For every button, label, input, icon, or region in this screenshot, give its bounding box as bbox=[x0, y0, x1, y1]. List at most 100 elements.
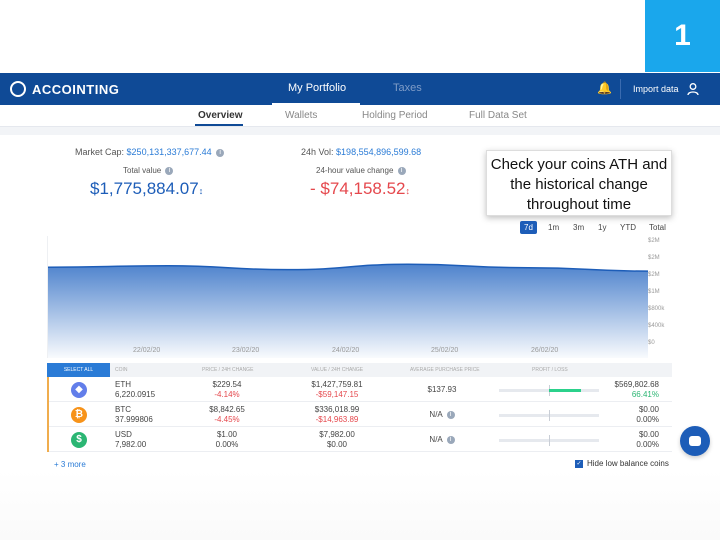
table-row[interactable]: ₿ BTC 37.999806 $8,842.65 -4.45% $336,01… bbox=[47, 402, 672, 427]
coin-value: $1,427,759.81 bbox=[311, 380, 363, 389]
profit-percent: 0.00% bbox=[636, 415, 659, 424]
range-3m[interactable]: 3m bbox=[569, 221, 588, 234]
range-7d[interactable]: 7d bbox=[520, 221, 537, 234]
sub-navbar: Overview Wallets Holding Period Full Dat… bbox=[0, 105, 720, 127]
change-label: 24-hour value change i bbox=[316, 166, 406, 175]
total-value-label: Total value i bbox=[123, 166, 174, 175]
avg-price: N/A bbox=[429, 410, 443, 419]
tab-active-indicator bbox=[195, 124, 243, 126]
col-coin[interactable]: COIN bbox=[115, 367, 128, 373]
y-tick-label: $1M bbox=[648, 289, 660, 295]
table-row[interactable]: $ USD 7,982.00 $1.00 0.00% $7,982.00 $0.… bbox=[47, 427, 672, 452]
profit-bar bbox=[499, 410, 599, 421]
profit-value: $0.00 bbox=[638, 430, 659, 439]
row-accent bbox=[47, 427, 49, 452]
y-tick-label: $0 bbox=[648, 340, 655, 346]
tab-holding-period[interactable]: Holding Period bbox=[362, 110, 428, 121]
price-change: 0.00% bbox=[215, 440, 239, 449]
show-more-link[interactable]: + 3 more bbox=[54, 460, 86, 469]
profit-percent: 0.00% bbox=[636, 440, 659, 449]
separator-strip bbox=[0, 127, 720, 135]
profit-percent: 66.41% bbox=[631, 390, 659, 399]
coin-amount: 7,982.00 bbox=[115, 440, 147, 449]
bitcoin-icon: ₿ bbox=[71, 407, 87, 423]
chart-area bbox=[48, 264, 648, 358]
range-1m[interactable]: 1m bbox=[544, 221, 563, 234]
price-change: -4.14% bbox=[214, 390, 240, 399]
coin-symbol: ETH bbox=[115, 380, 131, 389]
tutorial-tooltip: Check your coins ATH and the historical … bbox=[486, 150, 672, 216]
market-cap-value: $250,131,337,677.44 bbox=[126, 147, 212, 157]
y-tick-label: $400k bbox=[648, 323, 665, 329]
hide-low-balance-label: Hide low balance coins bbox=[587, 459, 669, 468]
nav-my-portfolio[interactable]: My Portfolio bbox=[288, 82, 346, 94]
profit-value: $0.00 bbox=[638, 405, 659, 414]
range-total[interactable]: Total bbox=[645, 221, 670, 234]
value-change: -$59,147.15 bbox=[315, 390, 359, 399]
total-value: $1,775,884.07↕ bbox=[90, 179, 204, 198]
col-price[interactable]: PRICE / 24H CHANGE bbox=[202, 367, 253, 373]
y-tick-label: $2M bbox=[648, 238, 660, 244]
step-badge: 1 bbox=[645, 0, 720, 72]
price-change: -4.45% bbox=[214, 415, 240, 424]
top-navbar: ACCOINTING My Portfolio Taxes 🔔 Import d… bbox=[0, 73, 720, 105]
volume-24h: 24h Vol: $198,554,896,599.68 bbox=[301, 147, 422, 157]
x-tick-label: 25/02/20 bbox=[431, 347, 459, 354]
x-tick-label: 24/02/20 bbox=[332, 347, 360, 354]
nav-divider bbox=[620, 79, 621, 99]
bell-icon[interactable]: 🔔 bbox=[597, 81, 612, 95]
coin-price: $8,842.65 bbox=[209, 405, 245, 414]
logo-text: ACCOINTING bbox=[32, 81, 120, 97]
info-icon[interactable]: i bbox=[165, 166, 174, 175]
info-icon[interactable]: i bbox=[216, 148, 225, 157]
y-tick-label: $800k bbox=[648, 306, 665, 312]
ethereum-icon: ◆ bbox=[71, 382, 87, 398]
tab-wallets[interactable]: Wallets bbox=[285, 110, 317, 121]
col-profit[interactable]: PROFIT / LOSS bbox=[532, 367, 568, 373]
profit-value: $569,802.68 bbox=[614, 380, 660, 389]
select-all-button[interactable]: SELECT ALL bbox=[47, 363, 110, 377]
sort-icon: ↕ bbox=[198, 186, 204, 196]
nav-taxes[interactable]: Taxes bbox=[393, 82, 422, 94]
hide-low-balance-toggle[interactable]: ✓ Hide low balance coins bbox=[575, 459, 669, 468]
y-tick-label: $2M bbox=[648, 272, 660, 278]
col-avg-price[interactable]: AVERAGE PURCHASE PRICE bbox=[410, 367, 480, 373]
table-header: SELECT ALL COIN PRICE / 24H CHANGE VALUE… bbox=[47, 363, 672, 377]
portfolio-chart bbox=[47, 236, 672, 358]
logo-icon bbox=[10, 81, 26, 97]
change-sign: - bbox=[310, 179, 316, 198]
table-row[interactable]: ◆ ETH 6,220.0915 $229.54 -4.14% $1,427,7… bbox=[47, 377, 672, 402]
info-icon[interactable]: i bbox=[446, 435, 455, 444]
sort-icon: ↕ bbox=[405, 186, 411, 196]
x-tick-label: 26/02/20 bbox=[531, 347, 559, 354]
app-logo[interactable]: ACCOINTING bbox=[10, 81, 119, 97]
value-change: -$14,963.89 bbox=[315, 415, 359, 424]
coin-value: $336,018.99 bbox=[314, 405, 360, 414]
bottom-area bbox=[0, 470, 720, 540]
value-change: $0.00 bbox=[326, 440, 348, 449]
profit-bar bbox=[499, 385, 599, 396]
coin-symbol: BTC bbox=[115, 405, 131, 414]
tab-overview[interactable]: Overview bbox=[198, 110, 242, 121]
col-value[interactable]: VALUE / 24H CHANGE bbox=[311, 367, 363, 373]
chat-icon bbox=[689, 436, 701, 446]
info-icon[interactable]: i bbox=[397, 166, 406, 175]
range-ytd[interactable]: YTD bbox=[616, 221, 640, 234]
coin-amount: 6,220.0915 bbox=[115, 390, 156, 399]
row-accent bbox=[47, 402, 49, 427]
import-data-link[interactable]: Import data bbox=[633, 84, 679, 94]
volume-value: $198,554,896,599.68 bbox=[336, 147, 422, 157]
profit-bar bbox=[499, 435, 599, 446]
coin-amount: 37.999806 bbox=[115, 415, 153, 424]
checkbox-checked-icon[interactable]: ✓ bbox=[575, 459, 583, 468]
user-icon[interactable] bbox=[686, 82, 700, 96]
info-icon[interactable]: i bbox=[446, 410, 455, 419]
tab-full-data-set[interactable]: Full Data Set bbox=[469, 110, 527, 121]
range-1y[interactable]: 1y bbox=[594, 221, 610, 234]
row-accent bbox=[47, 377, 49, 402]
chat-support-button[interactable] bbox=[680, 426, 710, 456]
avg-price: N/A bbox=[429, 435, 443, 444]
coin-symbol: USD bbox=[115, 430, 132, 439]
coin-value: $7,982.00 bbox=[319, 430, 355, 439]
x-tick-label: 22/02/20 bbox=[133, 347, 161, 354]
